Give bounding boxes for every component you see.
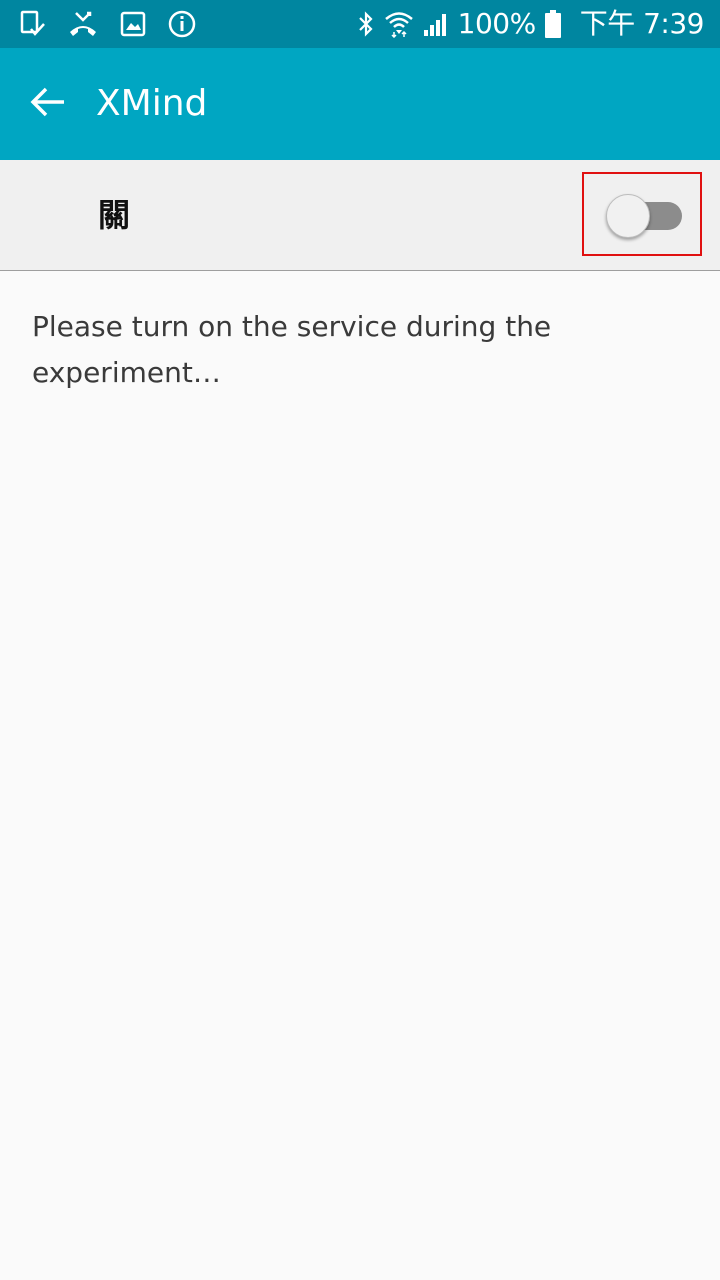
service-description: Please turn on the service during the ex… <box>32 310 552 389</box>
master-switch-row[interactable]: 關 <box>0 160 720 271</box>
toggle-thumb <box>606 194 650 238</box>
screenshot-saved-icon <box>20 10 46 38</box>
battery-icon <box>544 9 562 39</box>
bluetooth-icon <box>356 10 376 38</box>
info-icon <box>168 10 196 38</box>
status-bar: 100% 下午 7:39 <box>0 0 720 48</box>
status-time: 下午 7:39 <box>579 7 705 40</box>
app-bar: XMind <box>0 48 720 160</box>
page-title: XMind <box>96 83 208 124</box>
gallery-icon <box>120 11 146 37</box>
back-button[interactable] <box>16 72 80 136</box>
signal-icon <box>422 10 450 38</box>
missed-call-icon <box>68 10 98 38</box>
switch-state-label: 關 <box>98 196 131 234</box>
status-system: 100% 下午 7:39 <box>356 0 705 48</box>
battery-percentage: 100% <box>457 7 537 40</box>
arrow-left-icon <box>30 86 66 122</box>
wifi-icon <box>384 10 414 38</box>
service-toggle[interactable] <box>606 190 686 238</box>
status-notifications <box>20 0 196 48</box>
